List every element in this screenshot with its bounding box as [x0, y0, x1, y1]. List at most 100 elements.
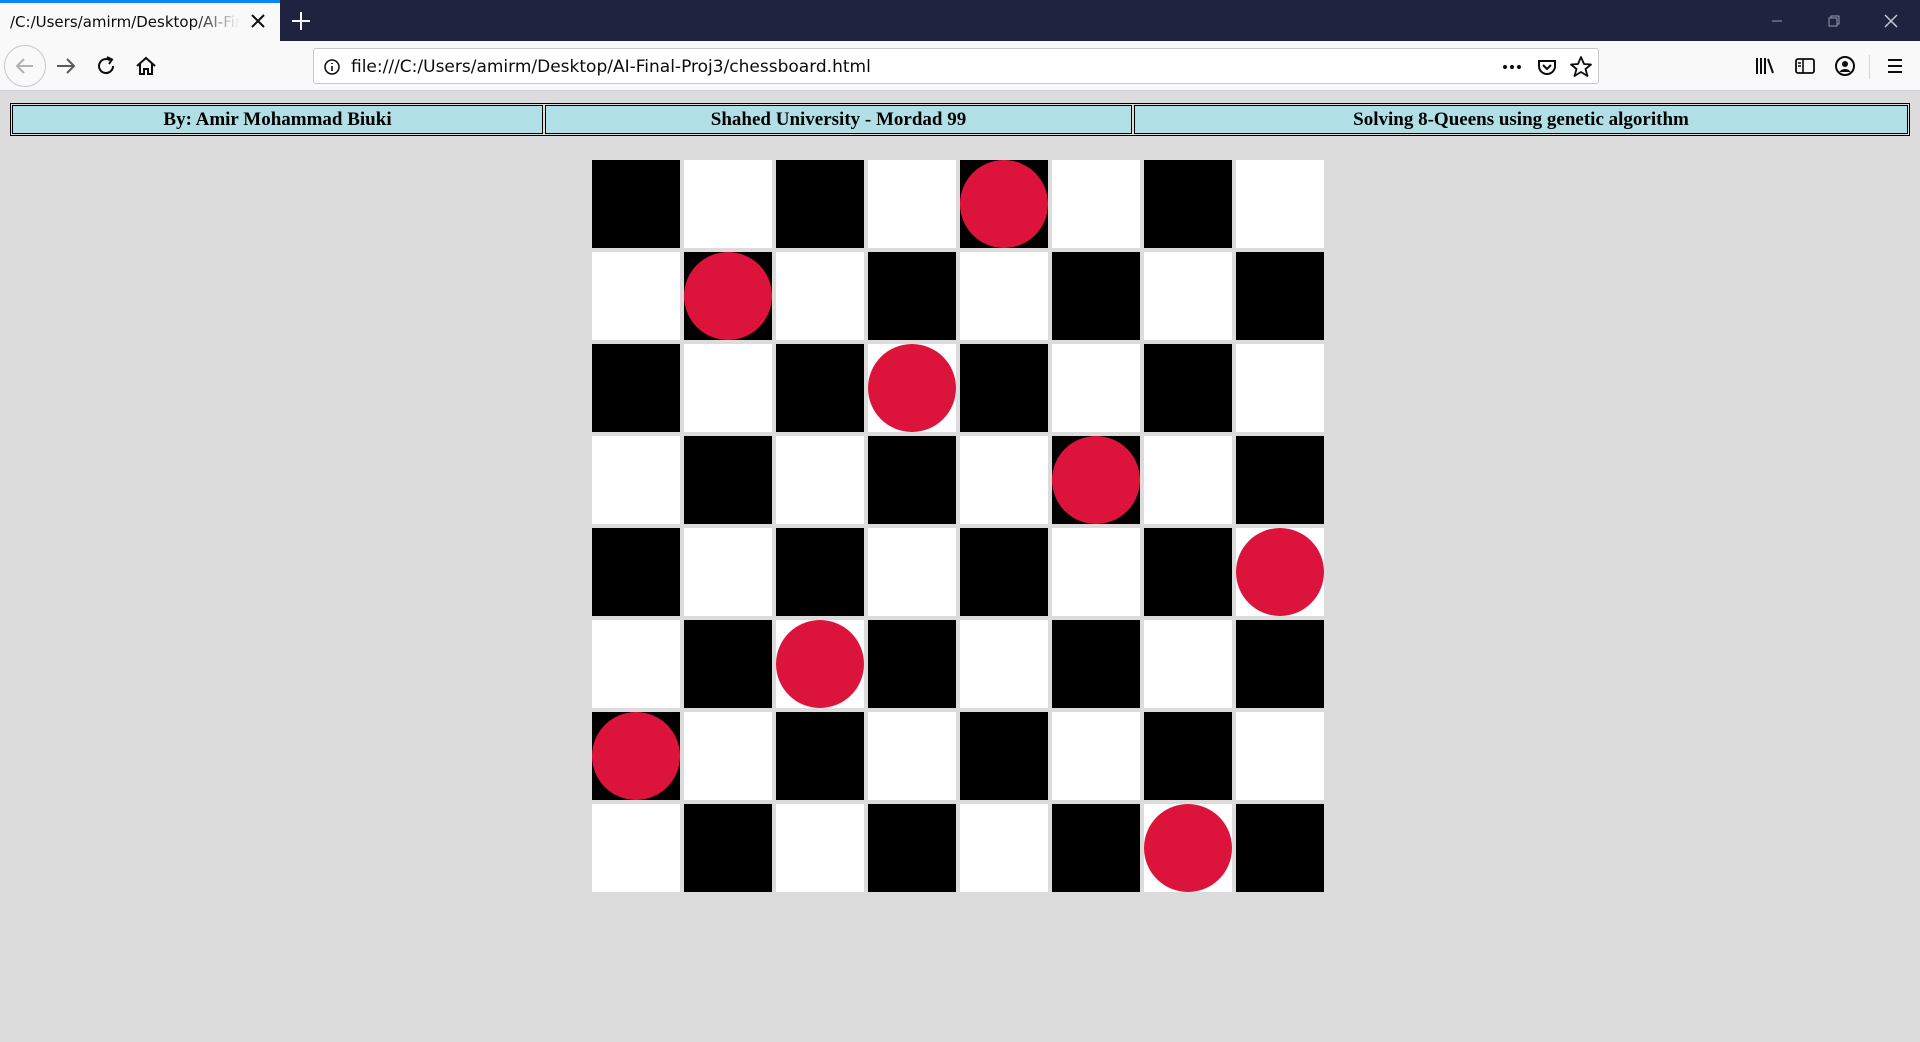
info-header-table: By: Amir Mohammad Biuki Shahed Universit… — [10, 103, 1910, 136]
star-icon — [1570, 56, 1592, 77]
bookmark-button[interactable] — [1568, 54, 1594, 80]
board-square — [960, 436, 1048, 524]
queen-piece — [592, 712, 680, 800]
home-button[interactable] — [133, 53, 159, 79]
board-square — [592, 252, 680, 340]
board-square — [1052, 712, 1140, 800]
library-icon — [1756, 58, 1774, 74]
board-square — [684, 252, 772, 340]
board-square — [776, 620, 864, 708]
pocket-icon — [1538, 60, 1556, 75]
queen-piece — [776, 620, 864, 708]
tab-title: /C:/Users/amirm/Desktop/AI-Final-Proj3/c… — [10, 13, 240, 31]
queen-piece — [1236, 528, 1324, 616]
navigation-toolbar: file:///C:/Users/amirm/Desktop/AI-Final-… — [0, 41, 1920, 91]
board-square — [776, 344, 864, 432]
browser-titlebar: /C:/Users/amirm/Desktop/AI-Final-Proj3/c… — [0, 0, 1920, 41]
sidebar-button[interactable] — [1792, 53, 1818, 79]
board-square — [868, 344, 956, 432]
board-square — [1052, 344, 1140, 432]
board-square — [1052, 528, 1140, 616]
board-square — [776, 160, 864, 248]
close-icon — [1884, 14, 1898, 28]
project-title-cell: Solving 8-Queens using genetic algorithm — [1134, 105, 1908, 134]
close-window-button[interactable] — [1878, 8, 1904, 34]
board-square — [960, 252, 1048, 340]
board-square — [868, 804, 956, 892]
reload-button[interactable] — [93, 53, 119, 79]
board-square — [1144, 620, 1232, 708]
board-square — [684, 344, 772, 432]
account-icon — [1835, 56, 1855, 76]
url-text[interactable]: file:///C:/Users/amirm/Desktop/AI-Final-… — [351, 57, 871, 77]
board-square — [868, 620, 956, 708]
queen-piece — [1144, 804, 1232, 892]
board-square — [1052, 252, 1140, 340]
restore-button[interactable] — [1821, 8, 1847, 34]
board-square — [960, 712, 1048, 800]
info-icon[interactable] — [319, 54, 345, 80]
board-square — [868, 712, 956, 800]
board-square — [1144, 712, 1232, 800]
board-square — [776, 436, 864, 524]
board-square — [684, 160, 772, 248]
board-square — [592, 804, 680, 892]
library-button[interactable] — [1752, 53, 1778, 79]
board-square — [1236, 712, 1324, 800]
close-icon[interactable] — [248, 11, 268, 31]
back-button[interactable] — [4, 45, 46, 87]
home-icon — [136, 56, 156, 75]
board-square — [868, 160, 956, 248]
board-square — [1052, 436, 1140, 524]
queen-piece — [684, 252, 772, 340]
pocket-button[interactable] — [1534, 54, 1560, 80]
board-square — [592, 620, 680, 708]
board-square — [1052, 160, 1140, 248]
board-square — [960, 620, 1048, 708]
board-square — [684, 712, 772, 800]
board-square — [684, 528, 772, 616]
board-square — [1052, 620, 1140, 708]
board-square — [1236, 804, 1324, 892]
university-cell: Shahed University - Mordad 99 — [545, 105, 1132, 134]
arrow-left-icon — [15, 58, 33, 74]
board-square — [868, 528, 956, 616]
board-square — [1144, 160, 1232, 248]
author-cell: By: Amir Mohammad Biuki — [12, 105, 543, 134]
browser-tab[interactable]: /C:/Users/amirm/Desktop/AI-Final-Proj3/c… — [0, 0, 280, 41]
new-tab-button[interactable] — [288, 8, 314, 34]
board-square — [1052, 804, 1140, 892]
board-square — [1144, 804, 1232, 892]
more-icon — [1503, 65, 1521, 69]
board-square — [1236, 528, 1324, 616]
board-square — [1144, 344, 1232, 432]
minimize-icon — [1772, 20, 1782, 22]
board-square — [1144, 252, 1232, 340]
board-square — [1144, 528, 1232, 616]
board-square — [776, 528, 864, 616]
arrow-right-icon — [57, 58, 76, 74]
board-square — [776, 252, 864, 340]
board-square — [960, 804, 1048, 892]
board-square — [868, 436, 956, 524]
board-square — [960, 344, 1048, 432]
queen-piece — [868, 344, 956, 432]
board-square — [960, 160, 1048, 248]
minimize-button[interactable] — [1764, 8, 1790, 34]
plus-icon — [292, 12, 310, 30]
board-square — [1236, 620, 1324, 708]
board-square — [684, 436, 772, 524]
queen-piece — [960, 160, 1048, 248]
menu-button[interactable] — [1882, 53, 1908, 79]
page-actions-button[interactable] — [1499, 54, 1525, 80]
hamburger-icon — [1888, 59, 1902, 73]
board-square — [1144, 436, 1232, 524]
account-button[interactable] — [1832, 53, 1858, 79]
sidebar-icon — [1795, 58, 1815, 74]
address-bar[interactable]: file:///C:/Users/amirm/Desktop/AI-Final-… — [313, 48, 1599, 84]
toolbar-separator — [1869, 55, 1870, 79]
board-square — [1236, 252, 1324, 340]
forward-button[interactable] — [53, 53, 79, 79]
board-square — [592, 160, 680, 248]
board-square — [1236, 436, 1324, 524]
